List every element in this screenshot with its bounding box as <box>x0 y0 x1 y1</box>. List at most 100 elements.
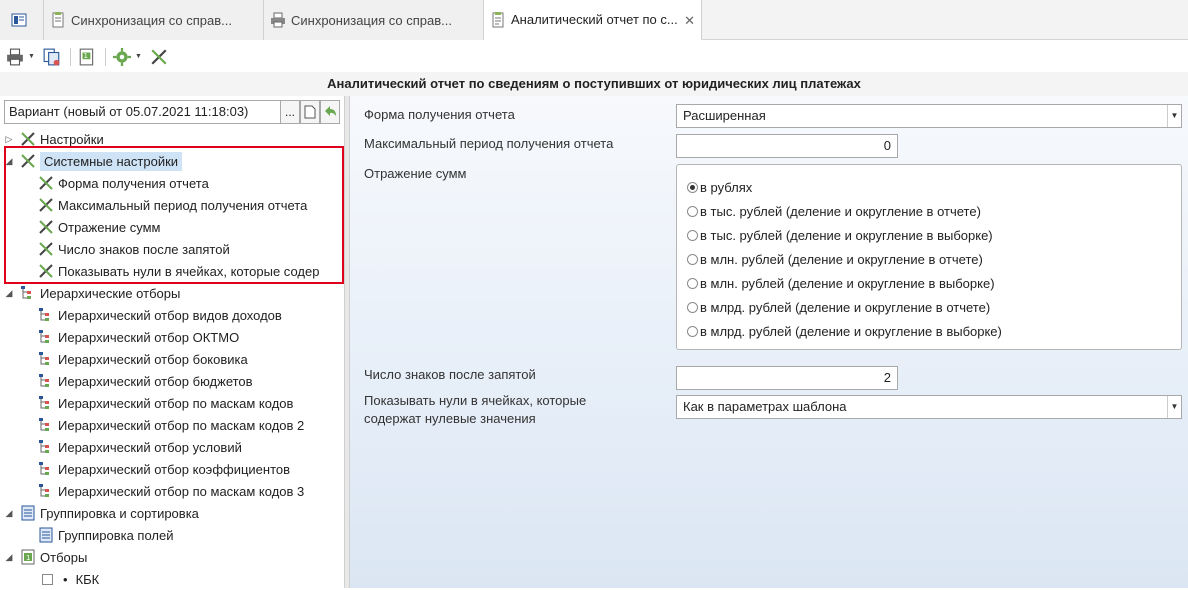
decimals-label: Число знаков после запятой <box>364 367 536 382</box>
toolbar-separator <box>104 47 106 66</box>
radio-label: в млн. рублей (деление и округление в вы… <box>700 275 995 291</box>
radio-billions-report[interactable]: в млрд. рублей (деление и округление в о… <box>687 297 990 317</box>
new-document-button[interactable] <box>300 100 320 124</box>
tree-item-label: Иерархический отбор ОКТМО <box>58 329 240 345</box>
tools-button[interactable] <box>148 46 170 68</box>
decimals-input[interactable]: 2 <box>676 366 898 390</box>
tree-item-hier-side[interactable]: Иерархический отбор боковика <box>38 348 248 370</box>
tree-item-label: КБК <box>75 571 100 587</box>
copy-button[interactable] <box>41 46 63 68</box>
tree-item-filters[interactable]: ◢ 1 Отборы <box>4 546 87 568</box>
collapse-icon[interactable]: ◢ <box>4 288 14 299</box>
tree-item-hier-oktmo[interactable]: Иерархический отбор ОКТМО <box>38 326 239 348</box>
tab-label: Аналитический отчет по с... <box>511 12 678 27</box>
tree-item-label: Иерархический отбор боковика <box>58 351 248 367</box>
back-button[interactable] <box>320 100 340 124</box>
tree-item-hier-income[interactable]: Иерархический отбор видов доходов <box>38 304 282 326</box>
hierarchy-icon <box>21 286 31 299</box>
radio-label: в млрд. рублей (деление и округление в в… <box>700 323 1002 339</box>
collapse-icon[interactable]: ◢ <box>4 552 14 563</box>
tree-item-label: Группировка и сортировка <box>40 505 199 521</box>
tree-item-hier-masks-2[interactable]: Иерархический отбор по маскам кодов 2 <box>38 414 304 436</box>
tree-item-hierarchy[interactable]: ◢ Иерархические отборы <box>4 282 181 304</box>
tab-label: Синхронизация со справ... <box>291 12 453 28</box>
close-icon[interactable]: ✕ <box>684 13 695 29</box>
radio-label: в млрд. рублей (деление и округление в о… <box>700 299 991 315</box>
printer-icon <box>7 48 23 65</box>
tree-item-label: Настройки <box>40 131 104 147</box>
radio-icon[interactable] <box>687 205 698 217</box>
checkbox-icon[interactable] <box>42 573 53 585</box>
tree-item-label: Иерархический отбор по маскам кодов 3 <box>58 483 305 499</box>
tree-item-hier-masks-3[interactable]: Иерархический отбор по маскам кодов 3 <box>38 480 304 502</box>
radio-thousands-report[interactable]: в тыс. рублей (деление и округление в от… <box>687 201 981 221</box>
tab-sync-1[interactable]: Синхронизация со справ... <box>44 0 264 40</box>
tab-bar: Синхронизация со справ... Синхронизация … <box>0 0 1188 41</box>
max-period-input[interactable]: 0 <box>676 134 898 158</box>
radio-billions-selection[interactable]: в млрд. рублей (деление и округление в в… <box>687 321 1002 341</box>
radio-icon[interactable] <box>687 301 698 313</box>
show-zeros-select[interactable]: Как в параметрах шаблона ▼ <box>676 395 1182 419</box>
chevron-down-icon[interactable]: ▼ <box>135 53 142 60</box>
tree-item-grouping[interactable]: ◢ Группировка и сортировка <box>4 502 199 524</box>
hierarchy-icon <box>39 374 49 387</box>
tools-icon <box>21 132 35 146</box>
copy-icon <box>43 48 60 65</box>
chevron-down-icon[interactable]: ▼ <box>1167 396 1181 418</box>
tab-sync-2[interactable]: Синхронизация со справ... <box>264 0 484 40</box>
tab-analytic-report[interactable]: Аналитический отчет по с... ✕ <box>484 0 702 41</box>
amounts-label: Отражение сумм <box>364 166 467 181</box>
export-button[interactable]: 1 <box>76 46 98 68</box>
chevron-down-icon[interactable]: ▼ <box>1167 105 1181 127</box>
hierarchy-icon <box>39 396 49 409</box>
radio-icon[interactable] <box>687 253 698 265</box>
svg-text:1: 1 <box>26 554 30 562</box>
tree-item-hier-conditions[interactable]: Иерархический отбор условий <box>38 436 242 458</box>
hierarchy-icon <box>39 440 49 453</box>
chevron-down-icon[interactable]: ▼ <box>28 53 35 60</box>
max-period-label: Максимальный период получения отчета <box>364 136 614 151</box>
collapse-icon[interactable]: ◢ <box>4 508 14 519</box>
tree-item-hier-budgets[interactable]: Иерархический отбор бюджетов <box>38 370 253 392</box>
radio-label: в тыс. рублей (деление и округление в вы… <box>700 227 993 243</box>
tree-item-hier-masks[interactable]: Иерархический отбор по маскам кодов <box>38 392 293 414</box>
hierarchy-icon <box>39 484 49 497</box>
tree-item-label: Иерархический отбор условий <box>58 439 242 455</box>
report-icon <box>492 11 504 27</box>
tree-item-field-grouping[interactable]: Группировка полей <box>38 524 173 546</box>
radio-thousands-selection[interactable]: в тыс. рублей (деление и округление в вы… <box>687 225 993 245</box>
hierarchy-icon <box>39 352 49 365</box>
tree-item-label: Группировка полей <box>58 527 174 543</box>
hierarchy-icon <box>39 308 49 321</box>
radio-millions-selection[interactable]: в млн. рублей (деление и округление в вы… <box>687 273 995 293</box>
grouping-icon <box>39 527 53 543</box>
radio-icon[interactable] <box>687 277 698 289</box>
radio-millions-report[interactable]: в млн. рублей (деление и округление в от… <box>687 249 983 269</box>
tree-item-label: Иерархический отбор коэффициентов <box>58 461 291 477</box>
tab-label: Синхронизация со справ... <box>71 12 233 28</box>
tree-item-label: Иерархические отборы <box>40 285 181 301</box>
print-button[interactable] <box>4 46 26 68</box>
show-zeros-value: Как в параметрах шаблона <box>683 399 847 414</box>
radio-label: в тыс. рублей (деление и округление в от… <box>700 203 981 219</box>
page-title: Аналитический отчет по сведениям о посту… <box>0 72 1188 96</box>
hierarchy-icon <box>39 418 49 431</box>
export-icon: 1 <box>79 48 94 65</box>
variant-browse-button[interactable]: ... <box>280 100 300 124</box>
report-form-label: Форма получения отчета <box>364 107 515 122</box>
radio-rubles[interactable]: в рублях <box>687 177 752 197</box>
show-zeros-label-line1: Показывать нули в ячейках, которые <box>364 393 587 408</box>
tree-item-kbk[interactable]: • КБК <box>42 568 99 590</box>
variant-select[interactable]: Вариант (новый от 05.07.2021 11:18:03) <box>4 100 300 124</box>
radio-icon[interactable] <box>687 229 698 241</box>
radio-icon[interactable] <box>687 325 698 337</box>
tab-home[interactable] <box>0 0 44 40</box>
home-icon <box>11 13 27 27</box>
report-form-select[interactable]: Расширенная ▼ <box>676 104 1182 128</box>
document-icon <box>52 12 64 28</box>
radio-selected-icon[interactable] <box>687 181 698 193</box>
expand-icon[interactable]: ▷ <box>4 134 14 145</box>
settings-button[interactable] <box>111 46 133 68</box>
tree-item-hier-coefficients[interactable]: Иерархический отбор коэффициентов <box>38 458 290 480</box>
show-zeros-label-line2: содержат нулевые значения <box>364 411 536 426</box>
